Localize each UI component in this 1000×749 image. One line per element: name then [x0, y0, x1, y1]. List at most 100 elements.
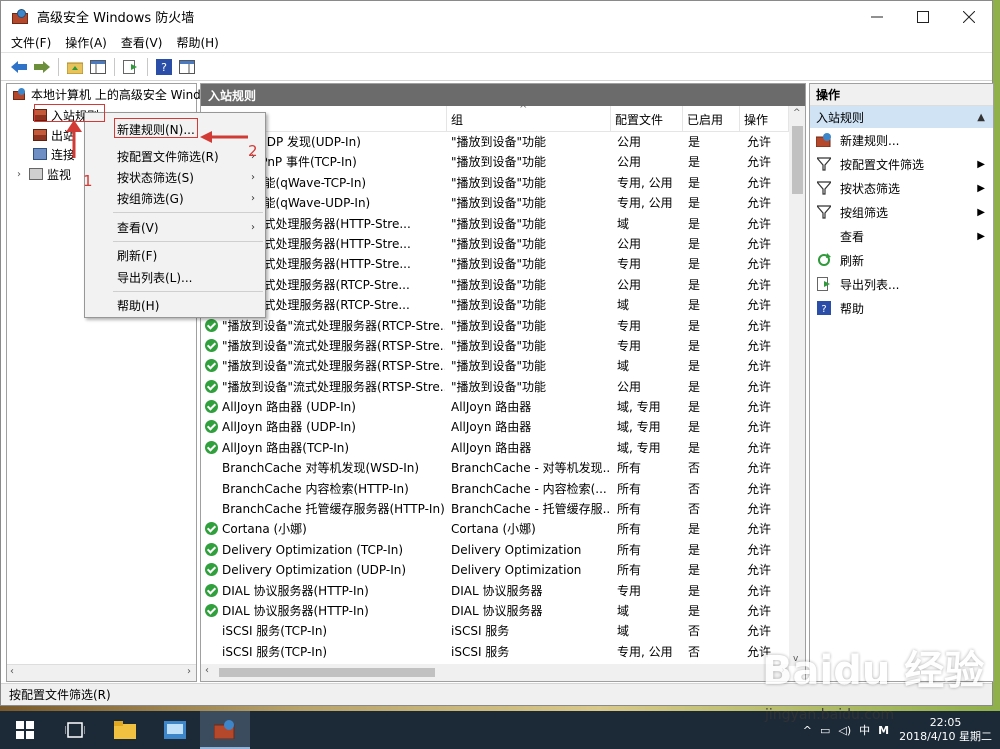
show-action-pane-icon[interactable] — [177, 57, 197, 77]
minimize-button[interactable] — [854, 1, 900, 32]
ctx-filter-state[interactable]: 按状态筛选(S) › — [85, 166, 265, 188]
column-headers: ^ 组 配置文件 已启用 操作 — [201, 104, 805, 132]
rule-action-cell: 允许 — [747, 563, 772, 578]
network-icon[interactable]: ▭ — [820, 724, 830, 737]
filter-icon — [816, 180, 832, 196]
col-action[interactable]: 操作 — [740, 106, 789, 132]
action-item[interactable]: 导出列表... — [810, 272, 993, 296]
firewall-taskbar-icon[interactable] — [200, 711, 250, 749]
table-row[interactable]: 设备"流式处理服务器(RTCP-Stre... "播放到设备"功能域是允许 — [201, 295, 789, 315]
volume-icon[interactable]: ◁) — [838, 724, 851, 737]
table-row[interactable]: BranchCache 内容检索(HTTP-In) BranchCache - 内… — [201, 479, 789, 499]
ctx-filter-group[interactable]: 按组筛选(G) › — [85, 187, 265, 209]
action-item[interactable]: 按状态筛选 ▶ — [810, 176, 993, 200]
rule-icon — [33, 129, 47, 141]
submenu-arrow-icon: › — [251, 171, 255, 183]
table-row[interactable]: 设备"流式处理服务器(RTCP-Stre... "播放到设备"功能 公用是允许 — [201, 275, 789, 295]
maximize-button[interactable] — [900, 1, 946, 32]
rule-enabled-cell: 是 — [688, 583, 701, 598]
action-item[interactable]: 新建规则... — [810, 128, 993, 152]
tray-chevron-icon[interactable]: ^ — [803, 724, 812, 737]
rules-horizontal-scrollbar[interactable]: ‹ › — [201, 664, 789, 681]
back-arrow-icon[interactable] — [9, 57, 29, 77]
firewall-window: 高级安全 Windows 防火墙 文件(F) 操作(A) 查看(V) 帮助(H)… — [0, 0, 994, 706]
table-row[interactable]: "播放到设备"流式处理服务器(RTSP-Stre... "播放到设备"功能 专用 是 允… — [201, 336, 789, 356]
menu-view[interactable]: 查看(V) — [121, 34, 163, 51]
help-icon[interactable]: ? — [154, 57, 174, 77]
scroll-thumb[interactable] — [792, 126, 803, 194]
table-row[interactable]: AllJoyn 路由器 (UDP-In) AllJoyn 路由器 域, 专用 是 允许 — [201, 417, 789, 437]
tree-horizontal-scrollbar[interactable]: ‹ › — [7, 664, 196, 681]
table-row[interactable]: iSCSI 服务(TCP-In) iSCSI 服务 专用, 公用否允许 — [201, 642, 789, 662]
show-hide-tree-icon[interactable] — [88, 57, 108, 77]
table-row[interactable]: BranchCache 对等机发现(WSD-In) BranchCache - 对… — [201, 458, 789, 478]
scroll-left-icon[interactable]: ‹ — [205, 665, 209, 676]
clock[interactable]: 22:05 2018/4/10 星期二 — [899, 716, 992, 744]
export-list-icon[interactable] — [121, 57, 141, 77]
table-row[interactable]: 设备"功能(qWave-TCP-In) "播放到设备"功能 专用, 公用是允许 — [201, 173, 789, 193]
ctx-filter-profile[interactable]: 按配置文件筛选(R) › — [85, 145, 265, 167]
table-row[interactable]: 设备"流式处理服务器(HTTP-Stre... "播放到设备"功能 专用是允许 — [201, 254, 789, 274]
table-row[interactable]: AllJoyn 路由器(TCP-In) AllJoyn 路由器 域, 专用 是 允许 — [201, 438, 789, 458]
rule-action-cell: 允许 — [747, 175, 772, 190]
table-row[interactable]: Cortana (小娜) Cortana (小娜) 所有 是 允许 — [201, 519, 789, 539]
annotation-arrow-2-icon — [200, 131, 248, 143]
submenu-arrow-icon: › — [251, 221, 255, 233]
scroll-up-icon[interactable]: ^ — [793, 108, 801, 118]
task-view-icon[interactable] — [50, 711, 100, 749]
actions-section-inbound[interactable]: 入站规则 ▲ — [810, 106, 993, 128]
scroll-thumb[interactable] — [219, 668, 435, 677]
rules-vertical-scrollbar[interactable]: ^ v — [789, 106, 805, 666]
menu-file[interactable]: 文件(F) — [11, 34, 51, 51]
rule-action-cell: 允许 — [747, 196, 772, 211]
action-item[interactable]: 查看 ▶ — [810, 224, 993, 248]
file-explorer-icon[interactable] — [100, 711, 150, 749]
control-panel-icon[interactable] — [150, 711, 200, 749]
table-row[interactable]: Delivery Optimization (UDP-In) Delivery O… — [201, 560, 789, 580]
table-row[interactable]: Delivery Optimization (TCP-In) Delivery O… — [201, 540, 789, 560]
action-item[interactable]: 按组筛选 ▶ — [810, 200, 993, 224]
rule-group-cell: BranchCache - 对等机发现... — [451, 461, 609, 476]
action-item[interactable]: ? 帮助 — [810, 296, 993, 320]
scroll-right-icon[interactable]: › — [187, 666, 191, 677]
expand-arrow-icon[interactable]: › — [17, 169, 29, 180]
table-row[interactable]: "播放到设备"流式处理服务器(RTCP-Stre... "播放到设备"功能 专用 是 允… — [201, 316, 789, 336]
ime-mode-indicator[interactable]: M — [878, 724, 889, 737]
ctx-export-list[interactable]: 导出列表(L)... — [85, 266, 265, 288]
menu-help[interactable]: 帮助(H) — [176, 34, 218, 51]
col-profile[interactable]: 配置文件 — [611, 106, 683, 132]
close-button[interactable] — [946, 1, 992, 32]
rule-name: DIAL 协议服务器(HTTP-In) — [222, 583, 369, 598]
table-row[interactable]: AllJoyn 路由器 (UDP-In) AllJoyn 路由器 域, 专用 是 允许 — [201, 397, 789, 417]
table-row[interactable]: "播放到设备"流式处理服务器(RTSP-Stre... "播放到设备"功能 公用 是 允… — [201, 377, 789, 397]
forward-arrow-icon[interactable] — [32, 57, 52, 77]
ctx-help[interactable]: 帮助(H) — [85, 294, 265, 316]
table-row[interactable]: DIAL 协议服务器(HTTP-In) DIAL 协议服务器 域 是 允许 — [201, 601, 789, 621]
ime-indicator[interactable]: 中 — [859, 722, 870, 738]
table-row[interactable]: DIAL 协议服务器(HTTP-In) DIAL 协议服务器 专用 是 允许 — [201, 581, 789, 601]
table-row[interactable]: BranchCache 托管缓存服务器(HTTP-In) BranchCache … — [201, 499, 789, 519]
rule-action-cell: 允许 — [747, 502, 772, 517]
action-item[interactable]: 刷新 — [810, 248, 993, 272]
table-row[interactable]: 设备"SSDP 发现(UDP-In) "播放到设备"功能 公用是允许 — [201, 132, 789, 152]
collapse-up-icon[interactable]: ▲ — [977, 112, 985, 123]
up-folder-icon[interactable] — [65, 57, 85, 77]
tree-root[interactable]: 本地计算机 上的高级安全 Wind — [13, 84, 201, 104]
rule-action-cell: 允许 — [747, 603, 772, 618]
menu-action[interactable]: 操作(A) — [65, 34, 107, 51]
start-windows-icon[interactable] — [0, 711, 50, 749]
action-item-label: 新建规则... — [840, 133, 900, 148]
table-row[interactable]: 设备"UPnP 事件(TCP-In) "播放到设备"功能 公用是允许 — [201, 152, 789, 172]
ctx-refresh[interactable]: 刷新(F) — [85, 244, 265, 266]
table-row[interactable]: "播放到设备"流式处理服务器(RTSP-Stre... "播放到设备"功能 域 是 允许 — [201, 356, 789, 376]
col-group[interactable]: 组 — [447, 106, 611, 132]
scroll-left-icon[interactable]: ‹ — [10, 666, 14, 677]
table-row[interactable]: 设备"流式处理服务器(HTTP-Stre... "播放到设备"功能 公用是允许 — [201, 234, 789, 254]
col-enabled[interactable]: 已启用 — [683, 106, 740, 132]
table-row[interactable]: 设备"功能(qWave-UDP-In) "播放到设备"功能 专用, 公用是允许 — [201, 193, 789, 213]
ctx-view[interactable]: 查看(V) › — [85, 216, 265, 238]
rule-enabled-cell: 是 — [688, 542, 701, 557]
table-row[interactable]: 设备"流式处理服务器(HTTP-Stre... "播放到设备"功能域是允许 — [201, 214, 789, 234]
table-row[interactable]: iSCSI 服务(TCP-In) iSCSI 服务域否允许 — [201, 621, 789, 641]
action-item[interactable]: 按配置文件筛选 ▶ — [810, 152, 993, 176]
